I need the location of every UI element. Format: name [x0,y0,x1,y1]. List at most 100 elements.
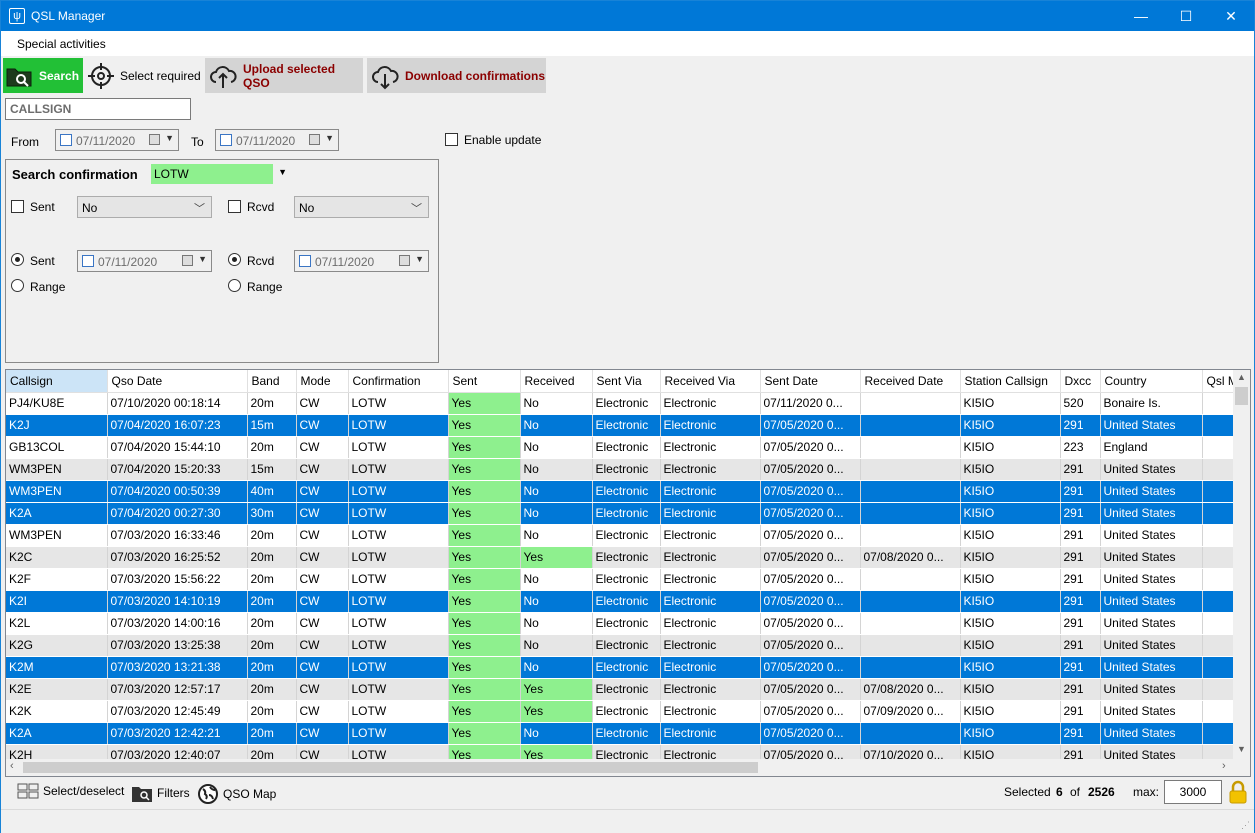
title-bar[interactable]: ψ QSL Manager — ☐ ✕ [1,1,1254,31]
max-label: max: [1133,785,1160,799]
minimize-button[interactable]: — [1118,1,1164,31]
column-header[interactable]: Received Date [860,370,961,393]
rcvd-checkbox[interactable] [228,200,241,213]
horizontal-scrollbar[interactable]: ‹ › [6,759,1250,776]
table-row[interactable]: WM3PEN 07/04/2020 15:20:33 15m CW LOTW Yes No E… [6,458,1243,481]
selected-label: Selected [1004,785,1051,799]
rcvd-status-select[interactable]: No ﹀ [294,196,429,218]
lock-icon[interactable] [1228,780,1248,804]
chevron-down-icon: ﹀ [194,203,205,215]
column-header[interactable]: Qso Date [107,370,248,393]
qso-grid[interactable]: Callsign Qso Date Band Mode Confirmation Sent… [5,369,1251,777]
horizontal-scroll-thumb[interactable] [23,762,758,773]
from-date-checkbox[interactable] [60,134,72,146]
table-cell: LOTW [348,436,449,459]
table-row[interactable]: K2L 07/03/2020 14:00:16 20m CW LOTW Yes No Elec… [6,612,1243,635]
column-header[interactable]: Country [1100,370,1203,393]
search-button[interactable]: Search [3,58,83,93]
vertical-scroll-thumb[interactable] [1235,387,1248,405]
column-header[interactable]: Sent Date [760,370,861,393]
rcvd-date-picker[interactable]: 07/11/2020 ▼ [294,250,429,272]
table-cell: Electronic [592,458,661,481]
filters-button[interactable]: Filters [131,783,190,803]
column-header[interactable]: Received Via [660,370,761,393]
table-row[interactable]: GB13COL 07/04/2020 15:44:10 20m CW LOTW Yes No… [6,436,1243,459]
table-cell: K2I [6,590,108,613]
table-cell: LOTW [348,568,449,591]
table-row[interactable]: K2F 07/03/2020 15:56:22 20m CW LOTW Yes No Elec… [6,568,1243,591]
column-header[interactable]: Band [247,370,297,393]
folder-search-icon [132,787,152,802]
max-records-input[interactable]: 3000 [1164,780,1222,804]
table-cell: Electronic [660,502,761,525]
table-row[interactable]: K2K 07/03/2020 12:45:49 20m CW LOTW Yes Yes Ele… [6,700,1243,723]
column-header[interactable]: Dxcc [1060,370,1101,393]
resize-grip-icon[interactable]: ⋰ [1241,820,1250,831]
vertical-scrollbar[interactable]: ▲ ▼ [1233,370,1250,760]
column-header[interactable]: Station Callsign [960,370,1061,393]
sent-date-checkbox[interactable] [82,255,94,267]
rcvd-date-label: Rcvd [247,254,275,268]
rcvd-date-checkbox[interactable] [299,255,311,267]
scroll-right-icon[interactable]: › [1222,760,1226,772]
table-cell: 07/05/2020 0... [760,524,861,547]
select-required-button[interactable]: Select required [87,58,203,93]
sent-date-picker[interactable]: 07/11/2020 ▼ [77,250,212,272]
table-cell: 20m [247,392,297,415]
table-row[interactable]: K2I 07/03/2020 14:10:19 20m CW LOTW Yes No Elec… [6,590,1243,613]
table-row[interactable]: K2C 07/03/2020 16:25:52 20m CW LOTW Yes Yes Ele… [6,546,1243,569]
close-button[interactable]: ✕ [1208,1,1254,31]
from-date-picker[interactable]: 07/11/2020 ▼ [55,129,179,151]
upload-selected-button[interactable]: Upload selected QSO [205,58,363,93]
table-cell: LOTW [348,700,449,723]
table-row[interactable]: K2A 07/03/2020 12:42:21 20m CW LOTW Yes No Elec… [6,722,1243,745]
select-deselect-button[interactable]: Select/deselect [17,783,124,799]
table-cell: Electronic [592,656,661,679]
table-row[interactable]: K2E 07/03/2020 12:57:17 20m CW LOTW Yes Yes Ele… [6,678,1243,701]
sent-range-radio[interactable] [11,279,24,292]
chevron-down-icon: ▼ [325,133,334,143]
qso-map-button[interactable]: QSO Map [197,783,276,805]
table-row[interactable]: K2M 07/03/2020 13:21:38 20m CW LOTW Yes No Elec… [6,656,1243,679]
from-date-value: 07/11/2020 [76,134,136,148]
table-cell: Yes [520,678,593,701]
table-row[interactable]: K2A 07/04/2020 00:27:30 30m CW LOTW Yes No Elec… [6,502,1243,525]
sent-checkbox[interactable] [11,200,24,213]
column-header[interactable]: Mode [296,370,349,393]
menu-special-activities[interactable]: Special activities [17,37,106,51]
table-row[interactable]: K2G 07/03/2020 13:25:38 20m CW LOTW Yes No Elec… [6,634,1243,657]
column-header[interactable]: Callsign [6,370,108,393]
column-header[interactable]: Sent [448,370,521,393]
column-header[interactable]: Received [520,370,593,393]
table-row[interactable]: K2J 07/04/2020 16:07:23 15m CW LOTW Yes No Elec… [6,414,1243,437]
table-row[interactable]: WM3PEN 07/03/2020 16:33:46 20m CW LOTW Yes No E… [6,524,1243,547]
table-row[interactable]: PJ4/KU8E 07/10/2020 00:18:14 20m CW LOTW Yes N… [6,392,1243,415]
table-cell: United States [1100,502,1203,525]
table-cell: KI5IO [960,502,1061,525]
scroll-down-icon[interactable]: ▼ [1237,744,1246,754]
download-confirmations-button[interactable]: Download confirmations [367,58,546,93]
table-cell: KI5IO [960,546,1061,569]
sent-status-select[interactable]: No ﹀ [77,196,212,218]
table-cell: 07/05/2020 0... [760,722,861,745]
maximize-button[interactable]: ☐ [1163,1,1209,31]
to-date-checkbox[interactable] [220,134,232,146]
rcvd-date-value: 07/11/2020 [315,255,375,269]
to-date-picker[interactable]: 07/11/2020 ▼ [215,129,339,151]
table-cell: 07/05/2020 0... [760,436,861,459]
scroll-up-icon[interactable]: ▲ [1237,372,1246,382]
column-header[interactable]: Confirmation [348,370,449,393]
confirmation-method-select[interactable]: LOTW ▼ [151,164,291,184]
enable-update-checkbox[interactable] [445,133,458,146]
table-cell: Electronic [592,678,661,701]
scroll-left-icon[interactable]: ‹ [10,760,14,772]
table-row[interactable]: WM3PEN 07/04/2020 00:50:39 40m CW LOTW Yes No E… [6,480,1243,503]
column-header[interactable]: Sent Via [592,370,661,393]
table-cell: KI5IO [960,392,1061,415]
sent-date-radio[interactable] [11,253,24,266]
callsign-input[interactable]: CALLSIGN [5,98,191,120]
rcvd-range-radio[interactable] [228,279,241,292]
table-cell: Electronic [592,634,661,657]
table-cell: K2J [6,414,108,437]
rcvd-date-radio[interactable] [228,253,241,266]
